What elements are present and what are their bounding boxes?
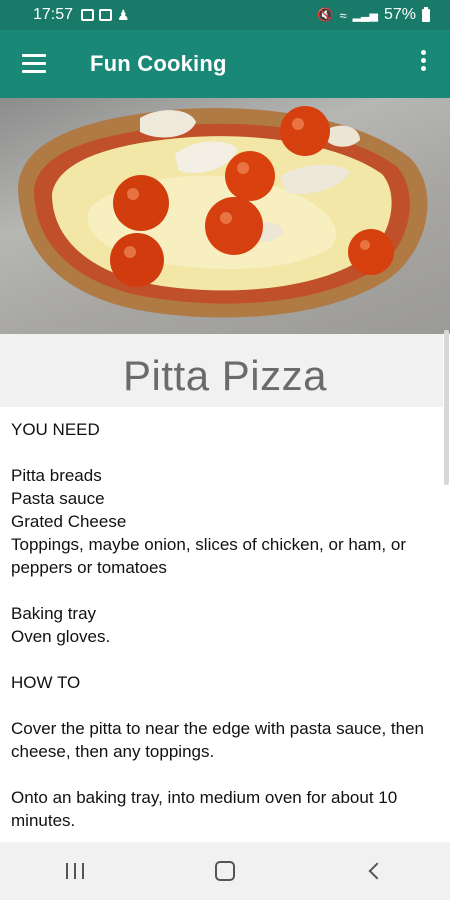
recipe-text: YOU NEED Pitta breads Pasta sauce Grated…	[11, 418, 431, 832]
more-vert-icon[interactable]	[420, 50, 428, 78]
system-icons: 🔇 ≈ ▂▃▅ 57%	[317, 0, 430, 30]
section-heading-you-need: YOU NEED	[11, 420, 100, 439]
ingredient-item: Toppings, maybe onion, slices of chicken…	[11, 535, 406, 577]
recents-icon[interactable]	[45, 842, 105, 900]
ingredient-item: Pitta breads	[11, 466, 102, 485]
instruction-step: Cover the pitta to near the edge with pa…	[11, 719, 424, 761]
ingredient-item: Pasta sauce	[11, 489, 105, 508]
mute-icon: 🔇	[317, 7, 334, 22]
recipe-title: Pitta Pizza	[123, 352, 327, 399]
home-icon[interactable]	[195, 842, 255, 900]
back-icon[interactable]	[345, 842, 405, 900]
notification-icons: ♟	[81, 7, 130, 24]
pizza-illustration	[18, 106, 428, 318]
ingredient-item: Grated Cheese	[11, 512, 127, 531]
battery-icon	[422, 6, 430, 22]
status-bar: 17:57 ♟ 🔇 ≈ ▂▃▅ 57%	[0, 0, 450, 30]
status-time: 17:57	[33, 6, 74, 23]
scrollbar[interactable]	[444, 330, 449, 485]
hamburger-icon[interactable]	[22, 54, 48, 74]
equipment-item: Baking tray	[11, 604, 97, 623]
image-icon	[81, 9, 95, 21]
mail-icon	[99, 9, 113, 21]
recipe-photo	[0, 98, 450, 334]
equipment-item: Oven gloves.	[11, 627, 111, 646]
person-icon: ♟	[117, 6, 130, 23]
section-heading-how-to: HOW TO	[11, 673, 81, 692]
instruction-step: Onto an baking tray, into medium oven fo…	[11, 788, 398, 830]
signal-icon: ▂▃▅	[352, 9, 378, 22]
app-bar: Fun Cooking	[0, 30, 450, 98]
battery-level: 57%	[383, 6, 416, 23]
system-nav-bar	[0, 842, 450, 900]
wifi-icon: ≈	[339, 7, 347, 23]
app-title: Fun Cooking	[90, 51, 227, 76]
